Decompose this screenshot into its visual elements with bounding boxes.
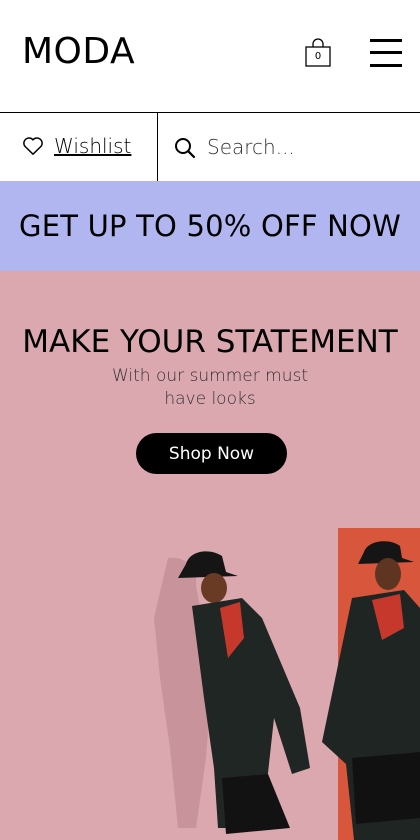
- promo-banner[interactable]: GET UP TO 50% OFF NOW: [0, 181, 420, 271]
- cart-button[interactable]: 0: [305, 38, 331, 68]
- brand-logo[interactable]: MODA: [22, 30, 135, 74]
- search-icon[interactable]: [174, 137, 196, 159]
- utility-bar: Wishlist: [0, 113, 420, 181]
- promo-text: GET UP TO 50% OFF NOW: [19, 209, 401, 243]
- hero-title: MAKE YOUR STATEMENT: [22, 324, 398, 360]
- site-header: MODA 0: [0, 0, 420, 113]
- cart-count-badge: 0: [314, 51, 322, 62]
- hero-subtitle: With our summer must have looks: [111, 366, 309, 409]
- shop-now-button[interactable]: Shop Now: [136, 433, 287, 474]
- search-input[interactable]: [207, 130, 407, 164]
- hero-section: MAKE YOUR STATEMENT With our summer must…: [0, 271, 420, 840]
- hero-photo-models: [0, 528, 420, 840]
- hamburger-menu-icon[interactable]: [370, 39, 402, 67]
- search-box: [159, 113, 420, 181]
- wishlist-link[interactable]: Wishlist: [0, 113, 158, 181]
- wishlist-label: Wishlist: [54, 134, 132, 158]
- heart-icon: [23, 137, 43, 155]
